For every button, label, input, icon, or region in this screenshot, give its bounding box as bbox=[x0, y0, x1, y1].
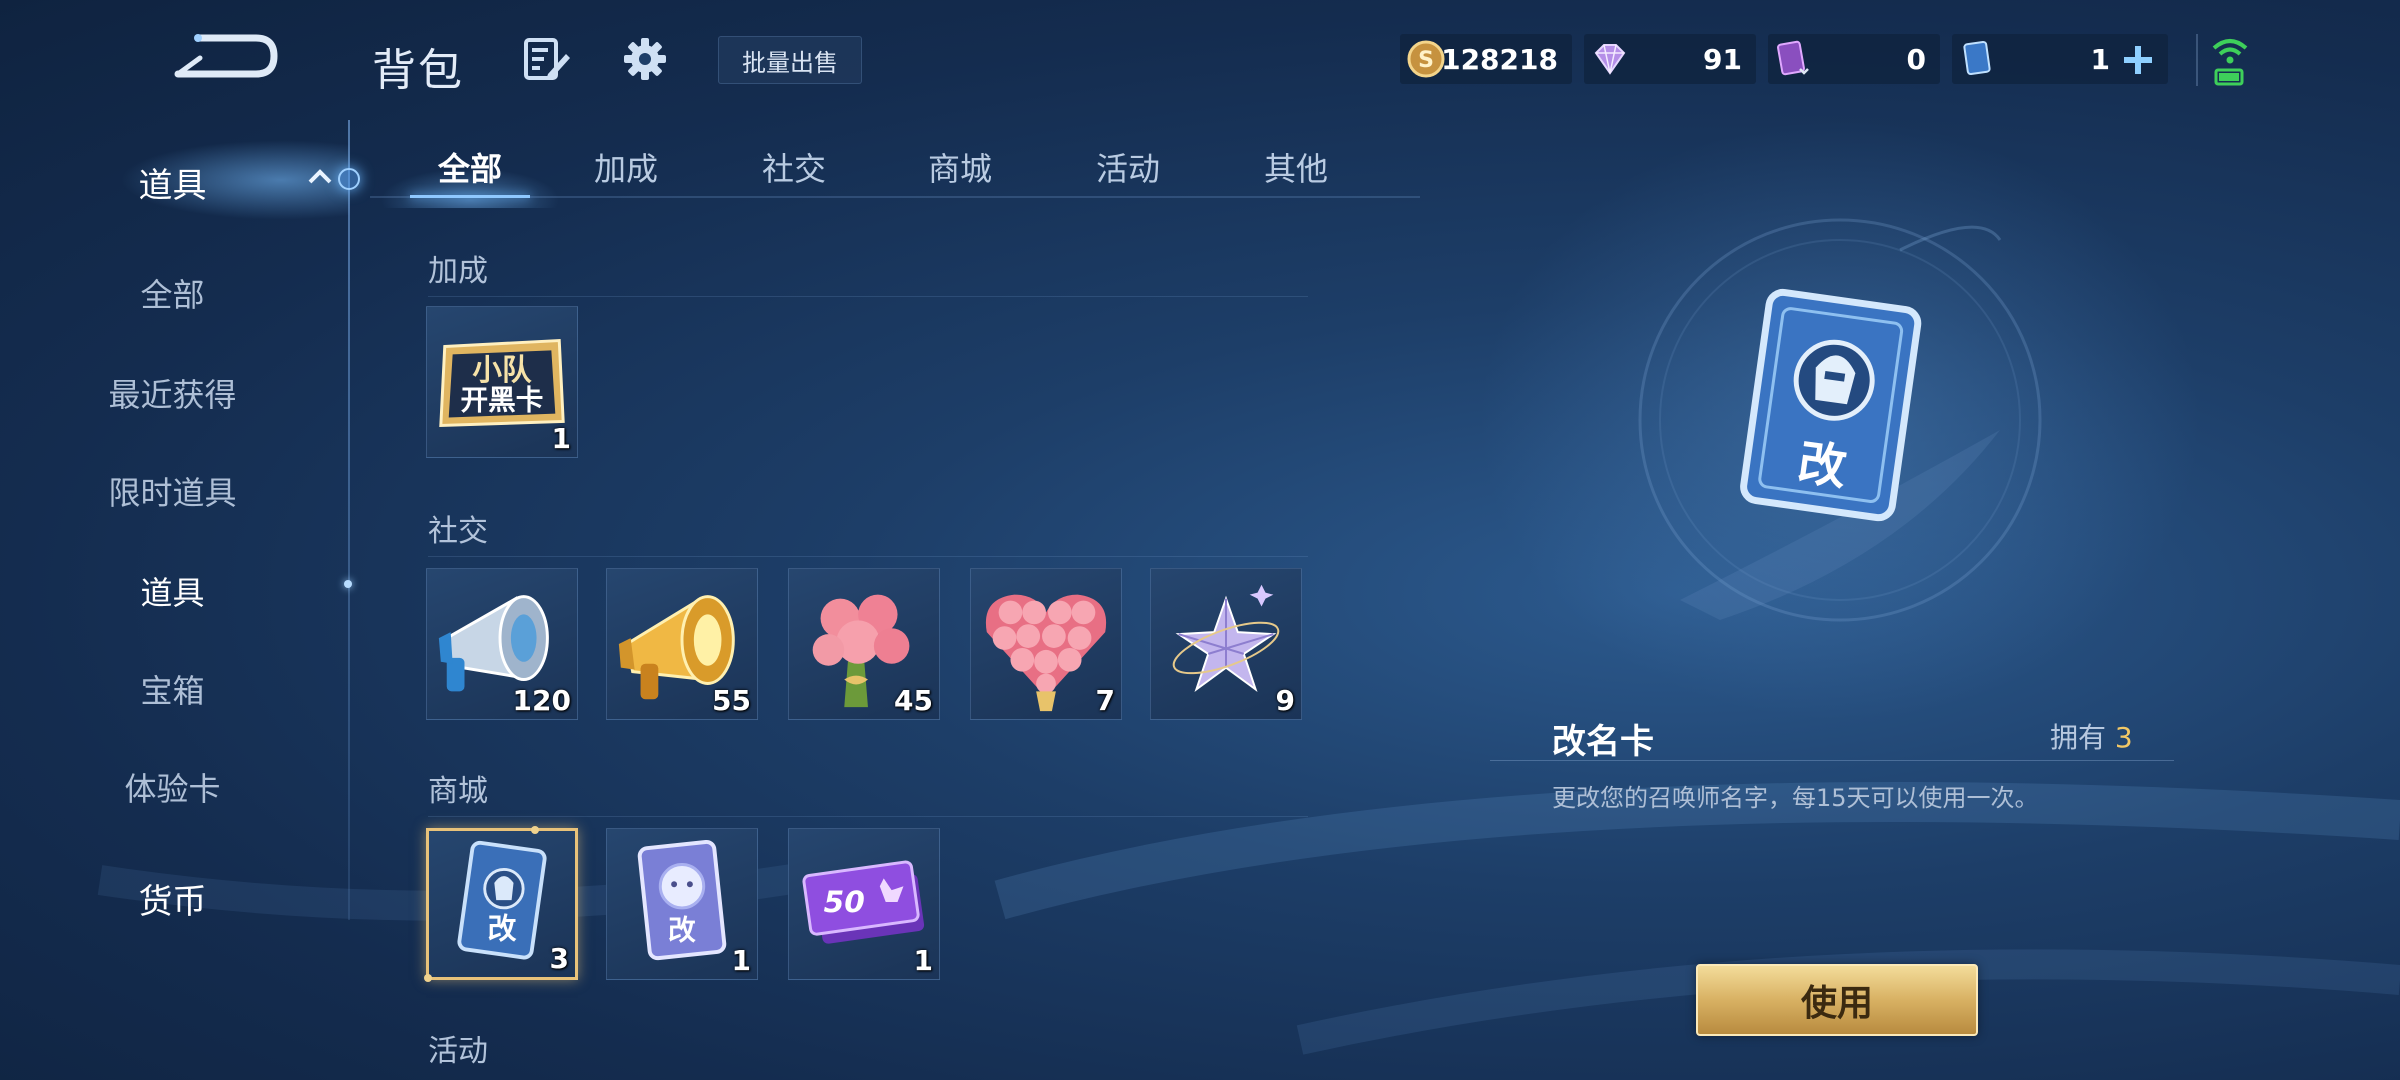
section-divider bbox=[428, 816, 1308, 817]
detail-card-char: 改 bbox=[1795, 434, 1850, 496]
rename-card-char: 改 bbox=[488, 912, 517, 946]
item-name: 改名卡 bbox=[1552, 722, 1654, 762]
team-card-text-line1: 小队 bbox=[472, 353, 532, 387]
item-count: 120 bbox=[512, 684, 571, 717]
item-crystal-star[interactable]: 9 bbox=[1150, 568, 1302, 720]
owned-label: 拥有 bbox=[2050, 721, 2107, 754]
item-count: 3 bbox=[549, 942, 569, 975]
item-gold-megaphone[interactable]: 55 bbox=[606, 568, 758, 720]
nav-item-limited[interactable]: 限时道具 bbox=[0, 468, 345, 514]
item-heart-bouquet[interactable]: 7 bbox=[970, 568, 1122, 720]
nav-item-trial-card[interactable]: 体验卡 bbox=[0, 764, 345, 810]
item-rose-bouquet[interactable]: 45 bbox=[788, 568, 940, 720]
collapse-arrow-icon[interactable] bbox=[306, 168, 334, 186]
edit-list-icon[interactable] bbox=[522, 34, 572, 84]
tab-event[interactable]: 活动 bbox=[1068, 144, 1188, 190]
item-count: 1 bbox=[731, 944, 751, 977]
wifi-battery-icon bbox=[2212, 39, 2248, 86]
nav-item-chest[interactable]: 宝箱 bbox=[0, 666, 345, 712]
rename-card-2-char: 改 bbox=[668, 914, 696, 947]
tab-shop[interactable]: 商城 bbox=[900, 144, 1020, 190]
detail-divider bbox=[1490, 760, 2174, 761]
diamond-icon bbox=[1594, 44, 1626, 75]
item-count: 55 bbox=[712, 684, 751, 717]
diamond-currency: 91 bbox=[1584, 34, 1756, 84]
settings-gear-icon[interactable] bbox=[620, 34, 670, 84]
tab-social[interactable]: 社交 bbox=[734, 144, 854, 190]
selected-item-large-icon: 改 bbox=[1740, 288, 1922, 522]
use-button[interactable]: 使用 bbox=[1696, 964, 1978, 1036]
nav-selected-dot bbox=[344, 580, 352, 588]
section-title-shop: 商城 bbox=[428, 774, 488, 809]
nav-item-props[interactable]: 道具 bbox=[0, 568, 345, 614]
section-title-event: 活动 bbox=[428, 1034, 488, 1069]
diamond-amount: 91 bbox=[1703, 42, 1742, 76]
ticket-text: 50 bbox=[824, 885, 865, 919]
owned-number: 3 bbox=[2114, 721, 2133, 754]
item-rename-card-2[interactable]: 改 1 bbox=[606, 828, 758, 980]
blue-card-currency: 1 bbox=[1952, 34, 2168, 84]
page-title: 背包 bbox=[372, 45, 464, 96]
section-divider bbox=[428, 296, 1308, 297]
nav-group-currency[interactable]: 货币 bbox=[0, 874, 345, 923]
owned-count: 拥有 3 bbox=[2050, 716, 2133, 756]
nav-group-items[interactable]: 道具 bbox=[0, 158, 345, 207]
tab-bonus[interactable]: 加成 bbox=[566, 144, 686, 190]
selection-corner bbox=[424, 974, 432, 982]
item-count: 7 bbox=[1095, 684, 1115, 717]
item-description: 更改您的召唤师名字，每15天可以使用一次。 bbox=[1552, 784, 2039, 812]
back-arrow-icon[interactable] bbox=[170, 28, 280, 84]
gold-currency: S 128218 bbox=[1400, 34, 1572, 84]
blue-card-icon bbox=[1963, 41, 1991, 75]
item-ticket-50[interactable]: 50 1 bbox=[788, 828, 940, 980]
item-silver-megaphone[interactable]: 120 bbox=[426, 568, 578, 720]
item-team-card[interactable]: 小队 开黑卡 1 bbox=[426, 306, 578, 458]
add-plus-icon[interactable] bbox=[2122, 44, 2154, 76]
gold-amount: 128218 bbox=[1441, 42, 1558, 76]
section-title-bonus: 加成 bbox=[428, 254, 488, 289]
gold-coin-icon: S bbox=[1407, 40, 1445, 78]
tab-other[interactable]: 其他 bbox=[1236, 144, 1356, 190]
nav-indicator-knob bbox=[338, 168, 360, 190]
divider bbox=[2196, 34, 2198, 86]
team-card-text-line2: 开黑卡 bbox=[461, 384, 544, 417]
section-divider bbox=[428, 556, 1308, 557]
item-count: 1 bbox=[551, 422, 571, 455]
item-count: 1 bbox=[913, 944, 933, 977]
card-amount: 0 bbox=[1906, 42, 1926, 76]
tab-all[interactable]: 全部 bbox=[410, 144, 530, 190]
svg-text:S: S bbox=[1418, 48, 1434, 73]
nav-item-all[interactable]: 全部 bbox=[0, 270, 345, 316]
blue-card-amount: 1 bbox=[2090, 42, 2110, 76]
item-count: 45 bbox=[894, 684, 933, 717]
selection-corner bbox=[531, 826, 539, 834]
nav-item-recent[interactable]: 最近获得 bbox=[0, 370, 345, 416]
item-rename-card-selected[interactable]: 改 3 bbox=[424, 826, 578, 982]
category-tabs: 全部 加成 社交 商城 活动 其他 bbox=[380, 138, 1420, 198]
card-currency: 0 bbox=[1768, 34, 1940, 84]
batch-sell-button[interactable]: 批量出售 bbox=[718, 36, 862, 84]
section-title-social: 社交 bbox=[428, 514, 488, 549]
card-ticket-icon bbox=[1777, 40, 1809, 76]
item-count: 9 bbox=[1275, 684, 1295, 717]
nav-rail bbox=[348, 120, 350, 920]
